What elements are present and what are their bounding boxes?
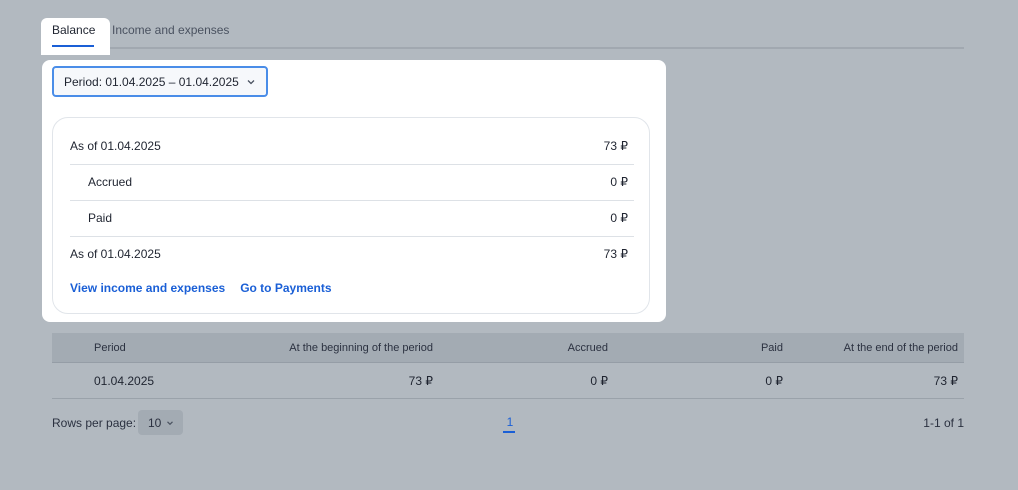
table-row: 01.04.2025 73 ₽ 0 ₽ 0 ₽ 73 ₽: [52, 363, 964, 399]
cell-beginning: 73 ₽: [408, 373, 433, 388]
page-button-1[interactable]: 1: [503, 415, 516, 433]
tab-active-indicator: [52, 45, 94, 47]
summary-value: 73 ₽: [603, 247, 628, 261]
balance-summary-card: As of 01.04.2025 73 ₽ Accrued 0 ₽ Paid 0…: [52, 117, 650, 314]
tab-income-and-expenses[interactable]: Income and expenses: [112, 23, 229, 37]
column-header-paid[interactable]: Paid: [761, 333, 783, 362]
summary-row-accrued: Accrued 0 ₽: [70, 164, 634, 201]
column-header-period[interactable]: Period: [94, 333, 126, 362]
table-header: Period At the beginning of the period Ac…: [52, 333, 964, 363]
chevron-down-icon: [247, 80, 255, 85]
rows-per-page-select[interactable]: 10: [138, 410, 183, 435]
cell-end: 73 ₽: [933, 373, 958, 388]
cell-accrued: 0 ₽: [590, 373, 608, 388]
current-page-indicator: [503, 431, 515, 433]
summary-links: View income and expenses Go to Payments: [70, 281, 332, 295]
balance-table: Period At the beginning of the period Ac…: [52, 333, 964, 399]
summary-value: 0 ₽: [610, 211, 628, 225]
column-header-accrued[interactable]: Accrued: [568, 333, 608, 362]
view-income-expenses-link[interactable]: View income and expenses: [70, 281, 225, 295]
cell-paid: 0 ₽: [765, 373, 783, 388]
column-header-end[interactable]: At the end of the period: [844, 333, 958, 362]
page-number: 1: [506, 415, 514, 429]
tab-balance[interactable]: Balance: [52, 23, 96, 47]
rows-per-page-label: Rows per page:: [52, 416, 137, 430]
tab-balance-label: Balance: [52, 23, 96, 37]
summary-label: Accrued: [88, 175, 133, 189]
period-select-label: Period: 01.04.2025 – 01.04.2025: [64, 74, 239, 89]
summary-label: Paid: [88, 211, 113, 225]
summary-value: 73 ₽: [603, 139, 628, 153]
summary-label: As of 01.04.2025: [70, 247, 161, 261]
period-select[interactable]: Period: 01.04.2025 – 01.04.2025: [52, 66, 268, 97]
summary-value: 0 ₽: [610, 175, 628, 189]
column-header-beginning[interactable]: At the beginning of the period: [289, 333, 433, 362]
summary-row-paid: Paid 0 ₽: [70, 200, 634, 237]
balance-panel: Period: 01.04.2025 – 01.04.2025 As of 01…: [42, 60, 666, 322]
chevron-down-icon: [167, 420, 174, 425]
summary-row-closing: As of 01.04.2025 73 ₽: [70, 236, 634, 272]
go-to-payments-link[interactable]: Go to Payments: [240, 281, 331, 295]
pagination: Rows per page: 10 1 1-1 of 1: [52, 410, 964, 436]
cell-period: 01.04.2025: [94, 373, 155, 388]
rows-per-page-value: 10: [148, 415, 162, 430]
tab-income-label: Income and expenses: [112, 23, 230, 37]
summary-row-opening: As of 01.04.2025 73 ₽: [70, 128, 634, 165]
pagination-range: 1-1 of 1: [923, 416, 964, 430]
summary-label: As of 01.04.2025: [70, 139, 161, 153]
